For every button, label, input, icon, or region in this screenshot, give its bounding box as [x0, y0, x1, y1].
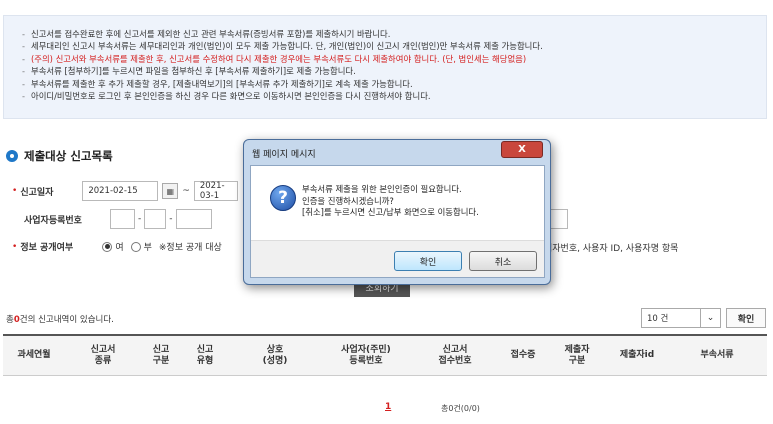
- calendar-icon[interactable]: ▦: [162, 183, 179, 199]
- ok-button[interactable]: 확인: [394, 251, 462, 271]
- close-icon[interactable]: X: [501, 141, 543, 158]
- right-side-input[interactable]: [548, 209, 568, 229]
- confirm-dialog: 웹 페이지 메시지 X ? 부속서류 제출을 위한 본인인증이 필요합니다. 인…: [243, 139, 551, 285]
- col-report-type: 신고서 종류: [90, 344, 116, 366]
- table-header: 과세연월 신고서 종류 신고 구분 신고 유형 상호 (성명) 사업자(주민) …: [3, 334, 767, 376]
- report-date-row: • 신고일자 2021-02-15 ▦ ~ 2021-03-1: [12, 181, 238, 201]
- notice-line: - 세무대리인 신고시 부속서류는 세무대리인과 개인(법인)이 모두 제출 가능…: [22, 41, 543, 52]
- col-submitter-type: 제출자 구분: [564, 344, 590, 366]
- disclosure-note: ※정보 공개 대상: [158, 243, 222, 253]
- page-size-value: 10 건: [647, 314, 669, 324]
- page-size-confirm-button[interactable]: 확인: [726, 308, 766, 328]
- disclosure-yes-label[interactable]: 여: [115, 240, 123, 253]
- dialog-title: 웹 페이지 메시지: [252, 150, 316, 160]
- disclosure-row: • 정보 공개여부 여 부 ※정보 공개 대상: [12, 240, 222, 253]
- section-heading: 제출대상 신고목록: [6, 148, 113, 164]
- section-title: 제출대상 신고목록: [24, 149, 113, 163]
- col-report-division: 신고 구분: [152, 344, 170, 366]
- dash: -: [169, 214, 173, 224]
- biz-no-part1-input[interactable]: [110, 209, 135, 229]
- col-company-name: 상호 (성명): [262, 344, 288, 366]
- notice-line-warning: - (주의) 신고서와 부속서류를 제출한 후, 신고서를 수정하여 다시 제출한…: [22, 53, 527, 64]
- col-attachments: 부속서류: [700, 350, 734, 360]
- section-bullet-icon: [6, 150, 18, 162]
- date-to-input[interactable]: 2021-03-1: [193, 181, 238, 201]
- dialog-message-line: [취소]를 누르시면 신고/납부 화면으로 이동합니다.: [302, 207, 479, 217]
- col-receipt-no: 신고서 접수번호: [438, 344, 472, 366]
- pager-total: 총0건(0/0): [441, 404, 480, 413]
- dialog-body: ? 부속서류 제출을 위한 본인인증이 필요합니다. 인증을 진행하시겠습니까?…: [250, 165, 545, 278]
- disclosure-note-tail: 업자번호, 사용자 ID, 사용자명 항목: [544, 244, 679, 254]
- notice-box: - 신고서를 접수완료한 후에 신고서를 제외한 신고 관련 부속서류(증빙서류 …: [3, 15, 767, 119]
- question-icon: ?: [270, 185, 296, 211]
- disclosure-yes-radio[interactable]: [102, 241, 113, 252]
- chevron-down-icon[interactable]: ⌄: [700, 309, 720, 327]
- required-mark: •: [12, 241, 18, 252]
- dialog-message-line: 부속서류 제출을 위한 본인인증이 필요합니다.: [302, 184, 462, 194]
- cancel-button[interactable]: 취소: [469, 251, 537, 271]
- notice-line: - 부속서류를 제출한 후 추가 제출할 경우, [제출내역보기]의 [부속서류 …: [22, 78, 413, 89]
- disclosure-label: 정보 공개여부: [20, 243, 74, 253]
- biz-no-label: 사업자등록번호: [24, 215, 82, 226]
- notice-line: - 부속서류 [첨부하기]를 누르시면 파일을 첨부하신 후 [부속서류 제출하기…: [22, 66, 356, 77]
- report-date-label: 신고일자: [20, 187, 54, 198]
- page-size-select[interactable]: 10 건 ⌄: [641, 308, 721, 328]
- biz-no-part2-input[interactable]: [144, 209, 167, 229]
- date-from-input[interactable]: 2021-02-15: [82, 181, 159, 201]
- date-separator: ~: [182, 186, 190, 196]
- col-report-kind: 신고 유형: [196, 344, 214, 366]
- biz-no-part3-input[interactable]: [175, 209, 212, 229]
- col-submitter-id: 제출자id: [619, 350, 655, 360]
- notice-line: - 신고서를 접수완료한 후에 신고서를 제외한 신고 관련 부속서류(증빙서류 …: [22, 29, 391, 39]
- col-receipt: 접수증: [510, 350, 536, 360]
- result-count: 총0건의 신고내역이 있습니다.: [6, 315, 114, 325]
- disclosure-no-label[interactable]: 부: [144, 240, 152, 253]
- biz-no-row: 사업자등록번호 - -: [12, 209, 212, 229]
- dash: -: [138, 214, 142, 224]
- required-mark: •: [12, 186, 18, 196]
- col-biz-reg-no: 사업자(주민) 등록번호: [341, 344, 391, 366]
- disclosure-no-radio[interactable]: [130, 241, 141, 252]
- col-tax-period: 과세연월: [17, 350, 51, 360]
- pager-page-link[interactable]: 1: [385, 402, 391, 412]
- dialog-footer: 확인 취소: [251, 240, 544, 277]
- dialog-message: 부속서류 제출을 위한 본인인증이 필요합니다. 인증을 진행하시겠습니까? […: [302, 184, 479, 219]
- dialog-message-line: 인증을 진행하시겠습니까?: [302, 195, 394, 206]
- notice-line: - 아이디/비밀번호로 로그인 후 본인인증을 하신 경우 다른 화면으로 이동하…: [22, 90, 431, 101]
